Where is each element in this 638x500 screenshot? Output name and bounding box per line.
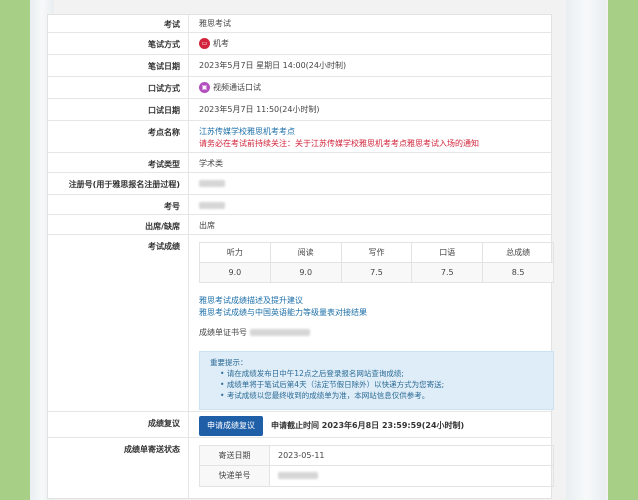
row-exam-type: 考试类型 学术类	[48, 153, 551, 173]
redacted-certificate-no	[249, 329, 310, 336]
score-writing: 7.5	[341, 263, 413, 282]
row-reg-no: 注册号(用于雅思报名注册过程)	[48, 173, 551, 195]
value-exam: 雅思考试	[199, 19, 231, 28]
background-left	[0, 0, 30, 500]
score-header: 写作	[342, 243, 413, 262]
label-written-mode: 笔试方式	[48, 33, 189, 54]
score-description-link[interactable]: 雅思考试成绩描述及提升建议	[199, 295, 554, 307]
score-header: 总成绩	[506, 248, 531, 257]
apply-review-button[interactable]: 申请成绩复议	[199, 416, 263, 436]
value-written-date: 2023年5月7日 星期日 14:00(24小时制)	[199, 61, 347, 70]
label-mail-status: 成绩单寄送状态	[48, 438, 189, 498]
label-exam-type: 考试类型	[48, 153, 189, 172]
label-exam: 考试	[48, 15, 189, 32]
row-exam-no: 考号	[48, 195, 551, 215]
label-oral-mode: 口试方式	[48, 77, 189, 98]
notice-item: 请在成绩发布日中午12点之后登录报名网站查询成绩;	[220, 368, 543, 379]
row-oral-date: 口试日期 2023年5月7日 11:50(24小时制)	[48, 99, 551, 121]
row-exam: 考试 雅思考试	[48, 15, 551, 33]
redacted-reg-no	[199, 180, 225, 187]
score-overall: 8.5	[483, 263, 553, 282]
important-notice: 重要提示： 请在成绩发布日中午12点之后登录报名网站查询成绩; 成绩单将于笔试后…	[199, 351, 554, 410]
redacted-exam-no	[199, 202, 225, 209]
mail-status-table: 寄送日期 2023-05-11 快递单号	[199, 445, 554, 487]
label-written-date: 笔试日期	[48, 55, 189, 76]
row-center: 考点名称 江苏传媒学校雅思机考考点 请务必在考试前持续关注：关于江苏传媒学校雅思…	[48, 121, 551, 153]
label-review: 成绩复议	[48, 412, 189, 437]
notice-item: 考试成绩以您最终收到的成绩单为准，本网站信息仅供参考。	[220, 390, 543, 401]
value-attendance: 出席	[199, 221, 215, 230]
send-date-label: 寄送日期	[200, 446, 270, 465]
score-table: 听力 阅读 写作 口语 总成绩 9.0 9.0 7.5 7.5 8.5	[199, 242, 554, 283]
send-date-value: 2023-05-11	[278, 451, 325, 460]
redacted-tracking-no	[278, 472, 318, 479]
certificate-label: 成绩单证书号	[199, 328, 247, 337]
label-exam-no: 考号	[48, 195, 189, 214]
row-attendance: 出席/缺席 出席	[48, 215, 551, 235]
score-listening: 9.0	[200, 263, 271, 282]
row-scores: 考试成绩 听力 阅读 写作 口语 总成绩 9.0 9.0 7.5 7.5 8.5	[48, 235, 554, 412]
value-oral-date: 2023年5月7日 11:50(24小时制)	[199, 105, 320, 114]
video-call-icon: ▣	[199, 82, 210, 93]
score-header: 阅读	[271, 243, 342, 262]
review-deadline: 申请截止时间 2023年6月8日 23:59:59(24小时制)	[271, 421, 465, 430]
row-review: 成绩复议 申请成绩复议 申请截止时间 2023年6月8日 23:59:59(24小…	[48, 412, 551, 438]
row-written-date: 笔试日期 2023年5月7日 星期日 14:00(24小时制)	[48, 55, 551, 77]
value-oral-mode: 视频通话口试	[213, 83, 261, 92]
value-written-mode: 机考	[213, 39, 229, 48]
score-reading: 9.0	[270, 263, 342, 282]
notice-title: 重要提示：	[210, 358, 248, 367]
score-header: 口语	[412, 243, 484, 262]
notice-item: 成绩单将于笔试后第4天（法定节假日除外）以快递方式为您寄送;	[220, 379, 543, 390]
computer-icon: ▭	[199, 38, 210, 49]
score-speaking: 7.5	[412, 263, 484, 282]
right-margin-blur	[566, 0, 606, 500]
label-attendance: 出席/缺席	[48, 215, 189, 234]
row-written-mode: 笔试方式 ▭ 机考	[48, 33, 551, 55]
center-notice-link[interactable]: 请务必在考试前持续关注：关于江苏传媒学校雅思机考考点雅思考试入场的通知	[199, 138, 551, 150]
score-cse-link[interactable]: 雅思考试成绩与中国英语能力等级量表对接结果	[199, 307, 554, 319]
label-oral-date: 口试日期	[48, 99, 189, 120]
label-scores: 考试成绩	[48, 235, 189, 411]
value-exam-type: 学术类	[199, 159, 223, 168]
row-mail-status: 成绩单寄送状态 寄送日期 2023-05-11 快递单号	[48, 438, 554, 498]
label-center: 考点名称	[48, 121, 189, 152]
center-name-link[interactable]: 江苏传媒学校雅思机考考点	[199, 126, 551, 138]
row-oral-mode: 口试方式 ▣ 视频通话口试	[48, 77, 551, 99]
score-header: 听力	[200, 243, 271, 262]
exam-info-table: 考试 雅思考试 笔试方式 ▭ 机考 笔试日期 2023年5月7日 星期日 14:0…	[47, 14, 554, 499]
label-reg-no: 注册号(用于雅思报名注册过程)	[48, 173, 189, 194]
tracking-label: 快递单号	[200, 466, 270, 486]
